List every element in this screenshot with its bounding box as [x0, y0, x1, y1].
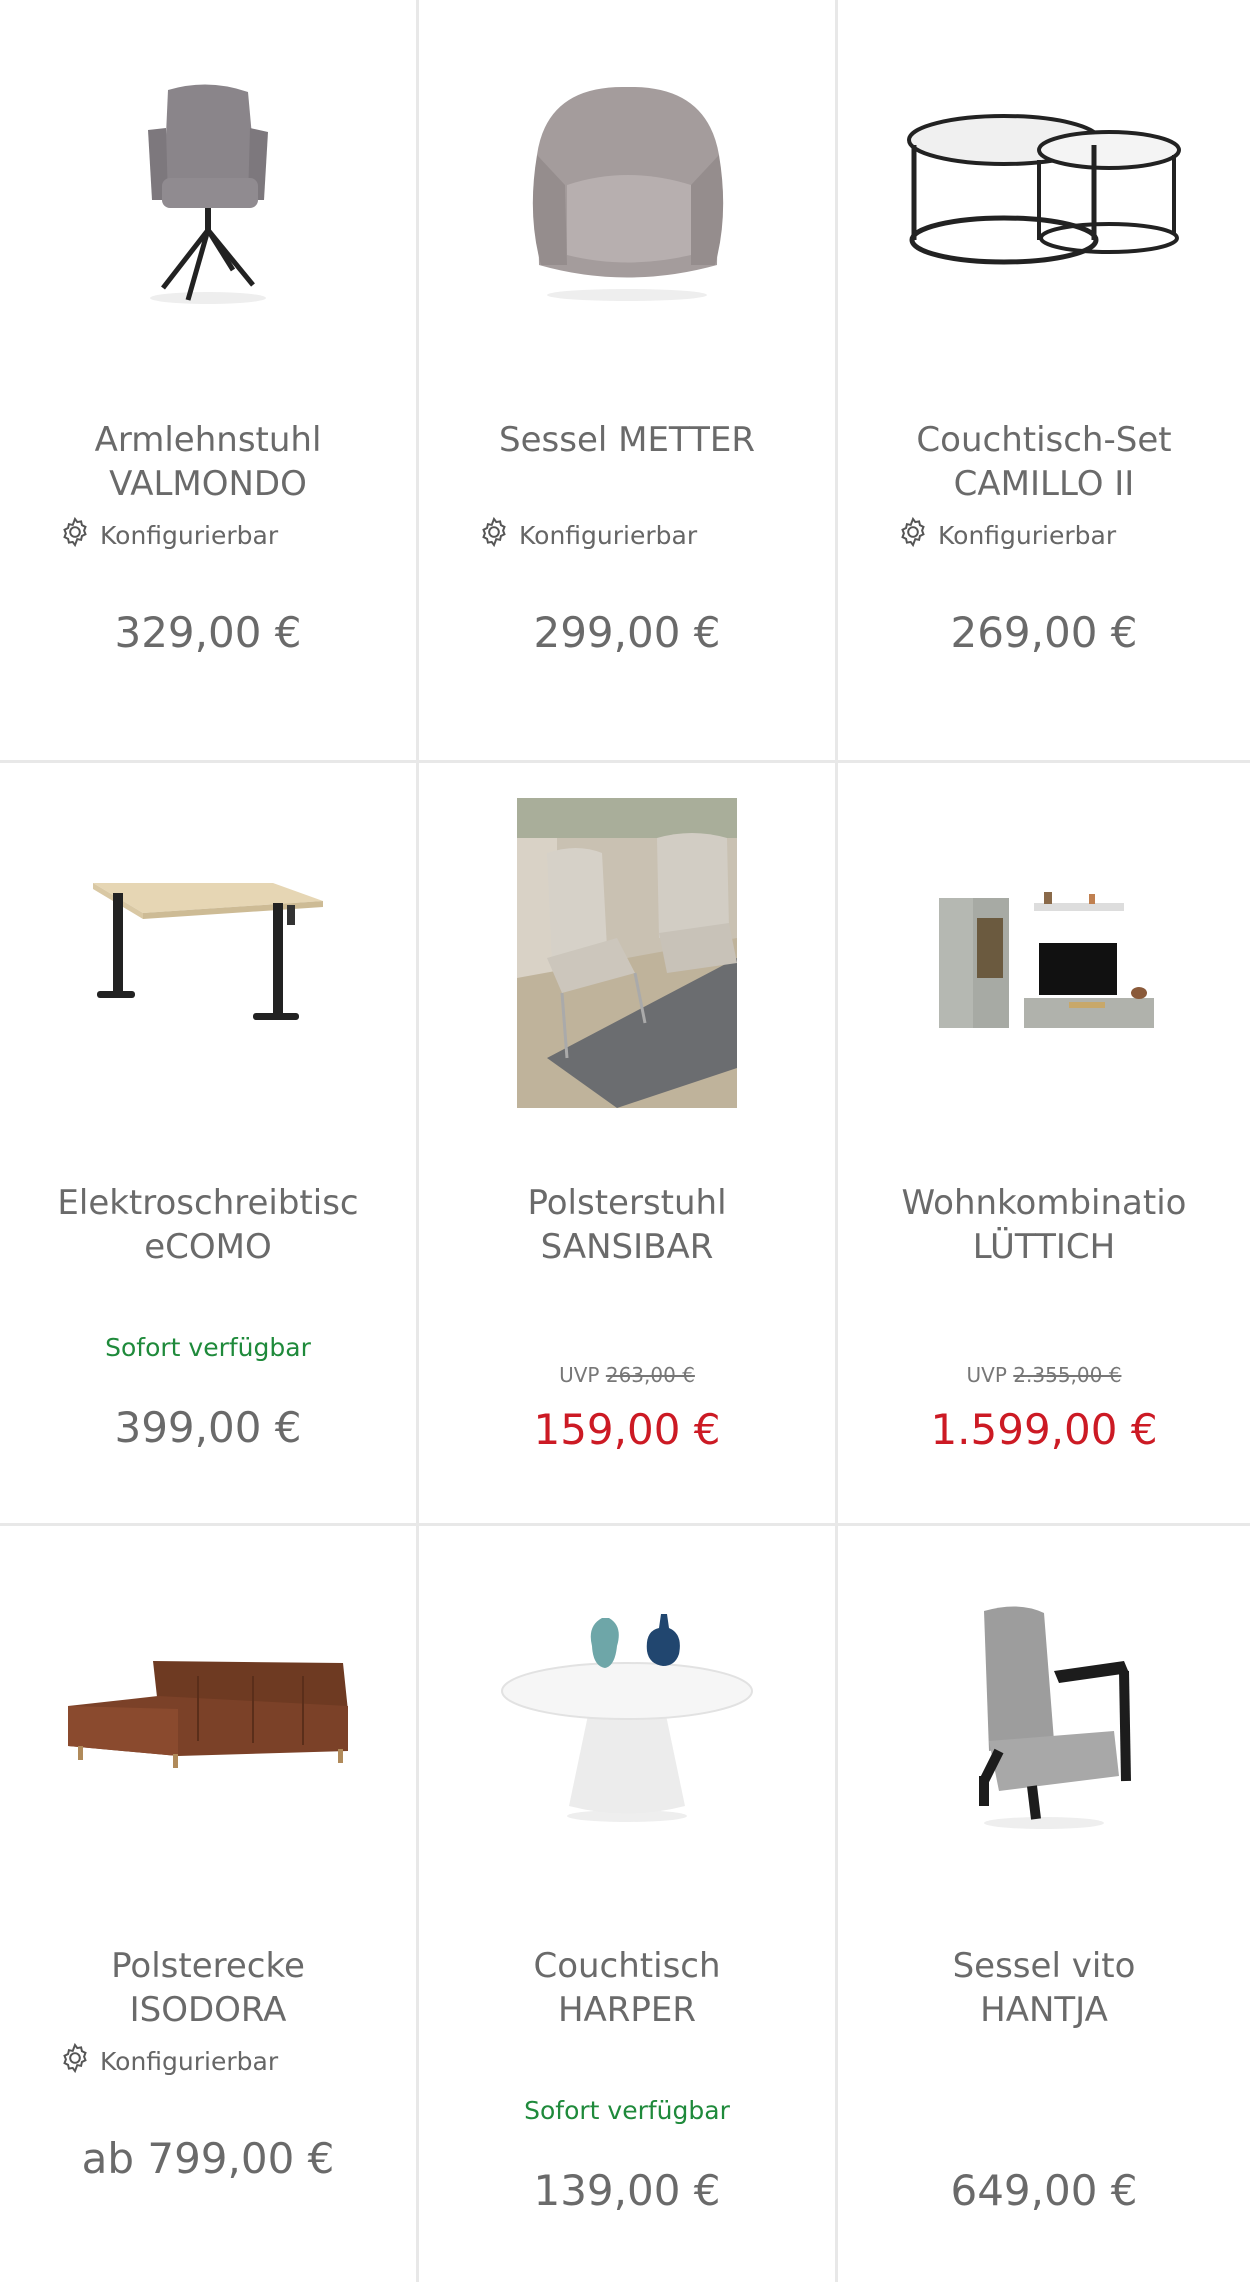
- gear-icon: [896, 515, 930, 555]
- product-image[interactable]: [838, 40, 1250, 340]
- product-card[interactable]: Sessel METTER Konfigurierbar 299,00 €: [419, 0, 838, 763]
- product-price: 269,00 €: [950, 608, 1138, 657]
- product-card[interactable]: Polsterstuhl SANSIBAR UVP 263,00 € 159,0…: [419, 763, 838, 1526]
- product-price: 649,00 €: [950, 2166, 1138, 2215]
- uvp-price: UVP 263,00 €: [559, 1363, 695, 1387]
- product-price: 329,00 €: [114, 608, 302, 657]
- gear-icon: [58, 2041, 92, 2081]
- configurable-badge: Konfigurierbar: [58, 2041, 278, 2081]
- uvp-price: UVP 2.355,00 €: [966, 1363, 1122, 1387]
- availability-label: Sofort verfügbar: [524, 2096, 730, 2125]
- configurable-badge: Konfigurierbar: [58, 515, 278, 555]
- product-name[interactable]: Sessel METTER: [439, 418, 815, 462]
- product-name[interactable]: Couchtisch-Set CAMILLO II: [858, 418, 1230, 506]
- product-grid: Armlehnstuhl VALMONDO Konfigurierbar 329…: [0, 0, 1250, 2282]
- product-image[interactable]: [0, 40, 416, 340]
- product-price: 299,00 €: [533, 608, 721, 657]
- product-image[interactable]: [419, 1566, 835, 1866]
- product-image[interactable]: [838, 1566, 1250, 1866]
- sale-price: 159,00 €: [533, 1405, 721, 1454]
- product-image[interactable]: [838, 803, 1250, 1103]
- configurable-badge: Konfigurierbar: [477, 515, 697, 555]
- product-price: 399,00 €: [114, 1403, 302, 1452]
- product-card[interactable]: Wohnkombinatio LÜTTICH UVP 2.355,00 € 1.…: [838, 763, 1250, 1526]
- product-image[interactable]: [419, 798, 835, 1108]
- product-name[interactable]: Polsterecke ISODORA: [20, 1944, 396, 2032]
- product-card[interactable]: Polsterecke ISODORA Konfigurierbar ab 79…: [0, 1526, 419, 2282]
- configurable-badge: Konfigurierbar: [896, 515, 1116, 555]
- product-name[interactable]: Couchtisch HARPER: [439, 1944, 815, 2032]
- product-name[interactable]: Wohnkombinatio LÜTTICH: [858, 1181, 1230, 1269]
- product-image[interactable]: [0, 1566, 416, 1866]
- product-name[interactable]: Elektroschreibtisc eCOMO: [20, 1181, 396, 1269]
- product-card[interactable]: Couchtisch HARPER Sofort verfügbar 139,0…: [419, 1526, 838, 2282]
- gear-icon: [58, 515, 92, 555]
- gear-icon: [477, 515, 511, 555]
- product-card[interactable]: Elektroschreibtisc eCOMO Sofort verfügba…: [0, 763, 419, 1526]
- product-price: ab 799,00 €: [81, 2134, 335, 2183]
- product-name[interactable]: Sessel vito HANTJA: [858, 1944, 1230, 2032]
- product-image[interactable]: [419, 40, 835, 340]
- product-name[interactable]: Polsterstuhl SANSIBAR: [439, 1181, 815, 1269]
- availability-label: Sofort verfügbar: [105, 1333, 311, 1362]
- product-card[interactable]: Couchtisch-Set CAMILLO II Konfigurierbar…: [838, 0, 1250, 763]
- sale-price: 1.599,00 €: [930, 1405, 1158, 1454]
- product-card[interactable]: Sessel vito HANTJA 649,00 €: [838, 1526, 1250, 2282]
- product-name[interactable]: Armlehnstuhl VALMONDO: [20, 418, 396, 506]
- product-card[interactable]: Armlehnstuhl VALMONDO Konfigurierbar 329…: [0, 0, 419, 763]
- product-price: 139,00 €: [533, 2166, 721, 2215]
- product-image[interactable]: [0, 803, 416, 1103]
